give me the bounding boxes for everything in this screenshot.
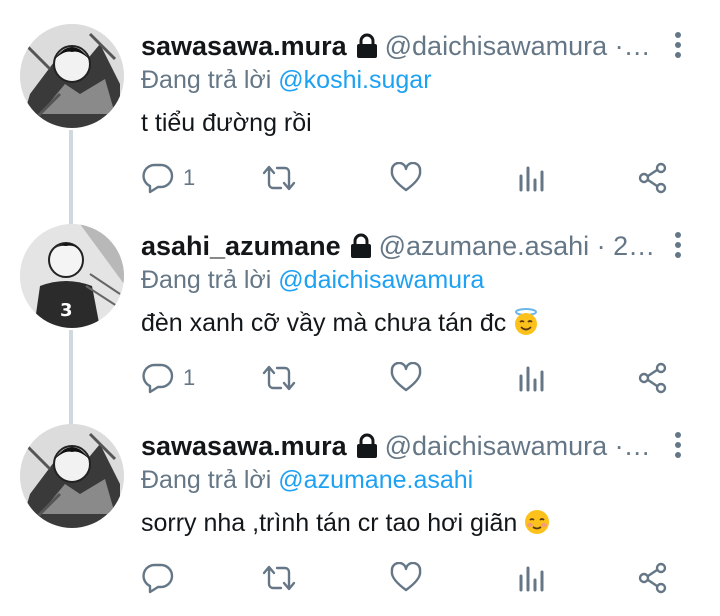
reply-icon <box>142 363 174 394</box>
retweet-icon <box>262 165 296 191</box>
manga-avatar-icon <box>20 24 124 128</box>
share-icon <box>638 162 667 194</box>
retweet-button[interactable] <box>261 160 297 196</box>
tweet-text: đèn xanh cỡ vầy mà chưa tán đc <box>141 304 540 342</box>
tweet-body: sorry nha ,trình tán cr tao hơi giãn <box>141 509 518 537</box>
analytics-icon <box>519 166 544 192</box>
heart-icon <box>390 362 422 392</box>
tweet-body: t tiểu đường rồi <box>141 109 312 137</box>
replying-to: Đang trả lời @koshi.sugar <box>141 62 432 98</box>
share-button[interactable] <box>637 160 669 196</box>
halo-smile-emoji-icon <box>512 308 540 336</box>
more-options-icon[interactable] <box>666 430 690 460</box>
avatar[interactable]: 3 <box>20 224 124 328</box>
replying-prefix: Đang trả lời <box>141 66 272 94</box>
avatar[interactable] <box>20 24 124 128</box>
svg-text:3: 3 <box>60 300 73 321</box>
user-handle[interactable]: @daichisawamura ·… <box>385 31 651 61</box>
replying-to: Đang trả lời @daichisawamura <box>141 262 484 298</box>
mention-link[interactable]: @daichisawamura <box>278 266 484 294</box>
display-name[interactable]: sawasawa.mura <box>141 431 347 461</box>
share-icon <box>638 562 667 594</box>
tweet-header: asahi_azumane @azumane.asahi · 2… <box>141 226 661 266</box>
reply-button[interactable]: 1 <box>141 360 195 396</box>
reply-icon <box>142 563 174 594</box>
lock-icon <box>349 230 373 266</box>
analytics-button[interactable] <box>517 160 547 196</box>
display-name[interactable]: asahi_azumane <box>141 231 341 261</box>
reply-count: 1 <box>183 365 196 390</box>
tweet[interactable]: sawasawa.mura @daichisawamura ·… Đang trả… <box>0 0 720 200</box>
analytics-icon <box>519 566 544 592</box>
mention-link[interactable]: @koshi.sugar <box>278 66 431 94</box>
replying-prefix: Đang trả lời <box>141 266 272 294</box>
share-button[interactable] <box>637 360 669 396</box>
user-handle[interactable]: @daichisawamura ·… <box>385 431 651 461</box>
analytics-icon <box>519 366 544 392</box>
retweet-icon <box>262 365 296 391</box>
more-options-icon[interactable] <box>666 30 690 60</box>
analytics-button[interactable] <box>517 560 547 596</box>
more-options-icon[interactable] <box>666 230 690 260</box>
like-button[interactable] <box>389 360 423 396</box>
like-button[interactable] <box>389 560 423 596</box>
tweet-body: đèn xanh cỡ vầy mà chưa tán đc <box>141 309 507 337</box>
reply-icon <box>142 163 174 194</box>
lock-icon <box>355 30 379 66</box>
replying-to: Đang trả lời @azumane.asahi <box>141 462 473 498</box>
replying-prefix: Đang trả lời <box>141 466 272 494</box>
tweet-header: sawasawa.mura @daichisawamura ·… <box>141 26 661 66</box>
display-name[interactable]: sawasawa.mura <box>141 31 347 61</box>
tweet-text: sorry nha ,trình tán cr tao hơi giãn <box>141 504 551 542</box>
share-icon <box>638 362 667 394</box>
like-button[interactable] <box>389 160 423 196</box>
tweet[interactable]: sawasawa.mura @daichisawamura ·… Đang trả… <box>0 400 720 600</box>
tweet-actions <box>141 560 681 596</box>
retweet-button[interactable] <box>261 560 297 596</box>
mention-link[interactable]: @azumane.asahi <box>278 466 473 494</box>
heart-icon <box>390 562 422 592</box>
analytics-button[interactable] <box>517 360 547 396</box>
blush-smile-emoji-icon <box>523 508 551 536</box>
reply-button[interactable] <box>141 560 183 596</box>
retweet-icon <box>262 565 296 591</box>
manga-avatar-icon: 3 <box>20 224 124 328</box>
reply-count: 1 <box>183 165 196 190</box>
tweet-header: sawasawa.mura @daichisawamura ·… <box>141 426 661 466</box>
manga-avatar-icon <box>20 424 124 528</box>
heart-icon <box>390 162 422 192</box>
tweet-actions: 1 <box>141 160 681 196</box>
tweet-actions: 1 <box>141 360 681 396</box>
share-button[interactable] <box>637 560 669 596</box>
tweet-text: t tiểu đường rồi <box>141 104 312 142</box>
user-handle[interactable]: @azumane.asahi · 2… <box>379 231 656 261</box>
retweet-button[interactable] <box>261 360 297 396</box>
tweet[interactable]: 3 asahi_azumane @azumane.asahi · 2… Đang … <box>0 200 720 400</box>
lock-icon <box>355 430 379 466</box>
avatar[interactable] <box>20 424 124 528</box>
reply-button[interactable]: 1 <box>141 160 195 196</box>
